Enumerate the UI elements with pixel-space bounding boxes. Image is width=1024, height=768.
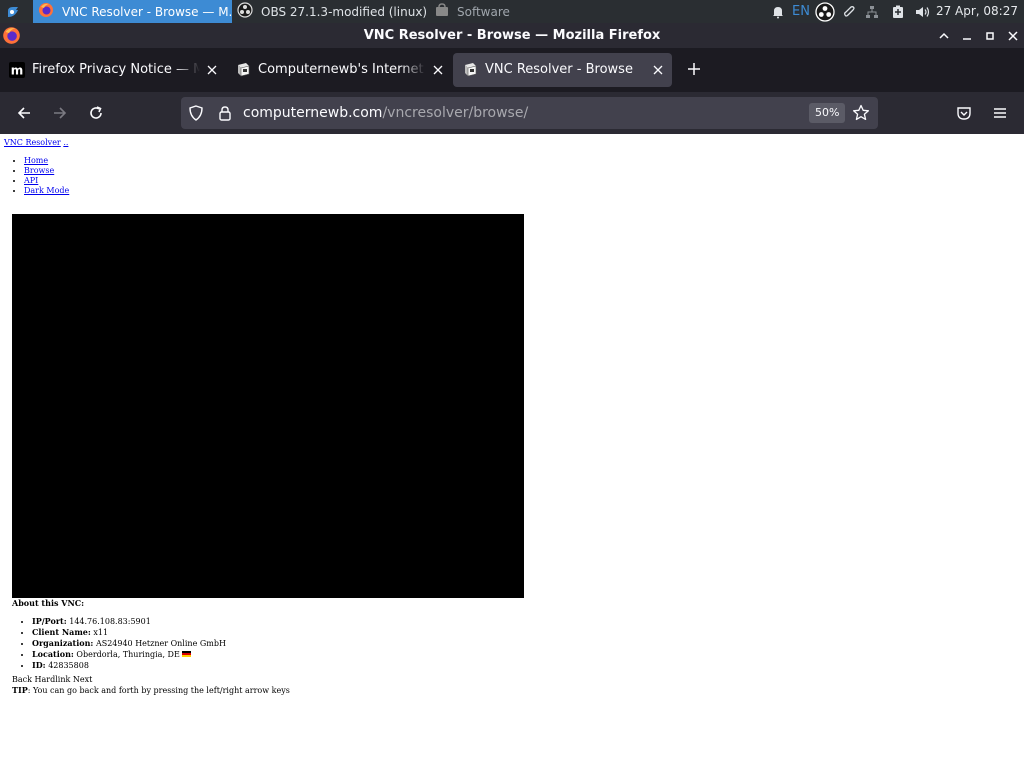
info-ip-port: IP/Port: 144.76.108.83:5901 bbox=[32, 616, 226, 627]
computernewb-icon bbox=[462, 62, 478, 78]
minimize-icon[interactable] bbox=[956, 23, 978, 48]
germany-flag-icon bbox=[181, 651, 191, 657]
info-value: x11 bbox=[93, 628, 109, 637]
tab-vnc-resolver-browse[interactable]: VNC Resolver - Browse bbox=[453, 53, 672, 87]
arrow-left-icon bbox=[17, 107, 30, 119]
network-icon[interactable] bbox=[862, 0, 882, 23]
desktop-panel: VNC Resolver - Browse — M... OBS 27.1.3-… bbox=[0, 0, 1024, 23]
plus-icon bbox=[687, 61, 701, 80]
nav-link-browse[interactable]: Browse bbox=[24, 166, 54, 175]
obs-icon[interactable] bbox=[813, 0, 837, 23]
info-label: Location: bbox=[32, 649, 74, 659]
menu-item: Dark Mode bbox=[24, 186, 69, 196]
close-icon[interactable] bbox=[650, 62, 666, 78]
site-nav-menu: Home Browse API Dark Mode bbox=[24, 156, 69, 196]
taskbar-item-firefox[interactable]: VNC Resolver - Browse — M... bbox=[33, 0, 232, 23]
taskbar-item-obs[interactable]: OBS 27.1.3-modified (linux) -... bbox=[232, 0, 430, 23]
tab-computernewb-internet-pulse[interactable]: Computernewb's Internet Pulse bbox=[226, 53, 452, 87]
close-icon[interactable] bbox=[1002, 23, 1024, 48]
back-button[interactable] bbox=[12, 101, 36, 125]
tab-firefox-privacy-notice[interactable]: m Firefox Privacy Notice — Mozilla bbox=[0, 53, 226, 87]
about-heading: About this VNC: bbox=[12, 598, 85, 608]
obs-icon bbox=[237, 2, 253, 21]
nav-link-dark-mode[interactable]: Dark Mode bbox=[24, 186, 69, 195]
forward-button[interactable] bbox=[48, 101, 72, 125]
back-link[interactable]: Back bbox=[12, 675, 32, 684]
zoom-level-button[interactable]: 50% bbox=[809, 103, 846, 123]
address-bar[interactable]: computernewb.com/vncresolver/browse/ 50% bbox=[181, 97, 878, 129]
maximize-icon[interactable] bbox=[979, 23, 1001, 48]
info-label: Organization: bbox=[32, 638, 94, 648]
reload-button[interactable] bbox=[84, 101, 108, 125]
url-domain: computernewb.com bbox=[243, 105, 383, 121]
menu-item: API bbox=[24, 176, 69, 186]
firefox-icon bbox=[38, 2, 54, 21]
info-label: Client Name: bbox=[32, 627, 91, 637]
speaker-icon[interactable] bbox=[912, 0, 934, 23]
bell-icon[interactable] bbox=[768, 0, 788, 23]
pocket-icon[interactable] bbox=[952, 101, 976, 125]
new-tab-button[interactable] bbox=[683, 59, 705, 81]
taskbar-item-software[interactable]: Software bbox=[430, 0, 540, 23]
nav-link-home[interactable]: Home bbox=[24, 156, 48, 165]
info-id: ID: 42835808 bbox=[32, 660, 226, 671]
tab-strip: m Firefox Privacy Notice — Mozilla Compu… bbox=[0, 48, 1024, 92]
tip-text: TIP: You can go back and forth by pressi… bbox=[12, 685, 290, 696]
url-path: /vncresolver/browse/ bbox=[382, 105, 529, 121]
menu-item: Home bbox=[24, 156, 69, 166]
info-value: AS24940 Hetzner Online GmbH bbox=[95, 639, 226, 648]
taskbar-item-label: OBS 27.1.3-modified (linux) -... bbox=[261, 4, 430, 19]
navigation-toolbar: computernewb.com/vncresolver/browse/ 50% bbox=[0, 92, 1024, 134]
info-client-name: Client Name: x11 bbox=[32, 627, 226, 638]
close-icon[interactable] bbox=[430, 62, 446, 78]
site-brand-suffix-link[interactable]: .. bbox=[63, 138, 68, 147]
tab-label: Firefox Privacy Notice — Mozilla bbox=[32, 62, 200, 77]
taskbar-item-label: VNC Resolver - Browse — M... bbox=[62, 4, 232, 19]
nav-link-api[interactable]: API bbox=[24, 176, 38, 185]
hardlink-link[interactable]: Hardlink bbox=[35, 675, 71, 684]
arrow-right-icon bbox=[54, 107, 67, 119]
site-brand-link[interactable]: VNC Resolver bbox=[4, 138, 61, 147]
vnc-screenshot bbox=[12, 214, 524, 598]
page-content: VNC Resolver .. Home Browse API Dark Mod… bbox=[0, 134, 1024, 768]
keyboard-layout-indicator[interactable]: EN bbox=[790, 0, 812, 23]
chevron-up-icon[interactable] bbox=[933, 23, 955, 48]
site-header: VNC Resolver .. bbox=[4, 138, 68, 147]
next-link[interactable]: Next bbox=[73, 675, 92, 684]
tip-body: : You can go back and forth by pressing … bbox=[27, 686, 290, 695]
info-location: Location: Oberdorla, Thuringia, DE bbox=[32, 649, 226, 660]
tab-label: Computernewb's Internet Pulse bbox=[258, 62, 426, 77]
shield-icon[interactable] bbox=[188, 105, 204, 125]
vnc-info-list: IP/Port: 144.76.108.83:5901 Client Name:… bbox=[32, 616, 226, 671]
svg-text:m: m bbox=[11, 64, 24, 78]
info-label: IP/Port: bbox=[32, 616, 67, 626]
reload-icon bbox=[90, 106, 102, 119]
paperclip-icon[interactable] bbox=[839, 0, 859, 23]
clock[interactable]: 27 Apr, 08:27 bbox=[936, 0, 1018, 23]
taskbar-item-label: Software bbox=[457, 4, 510, 19]
info-label: ID: bbox=[32, 660, 46, 670]
tab-label: VNC Resolver - Browse bbox=[485, 62, 633, 77]
battery-icon[interactable] bbox=[888, 0, 908, 23]
lock-icon[interactable] bbox=[218, 105, 232, 125]
application-launcher-icon[interactable] bbox=[3, 2, 23, 21]
info-value: 144.76.108.83:5901 bbox=[69, 617, 151, 626]
software-center-icon bbox=[435, 3, 449, 20]
window-title: VNC Resolver - Browse — Mozilla Firefox bbox=[363, 28, 661, 43]
menu-item: Browse bbox=[24, 166, 69, 176]
computernewb-icon bbox=[235, 62, 251, 78]
window-titlebar: VNC Resolver - Browse — Mozilla Firefox bbox=[0, 23, 1024, 48]
tip-label: TIP bbox=[12, 685, 28, 695]
mozilla-m-icon: m bbox=[9, 62, 25, 78]
close-icon[interactable] bbox=[204, 62, 220, 78]
url-text[interactable]: computernewb.com/vncresolver/browse/ bbox=[243, 97, 528, 129]
bookmark-star-icon[interactable] bbox=[852, 104, 870, 126]
info-value: Oberdorla, Thuringia, DE bbox=[76, 650, 180, 659]
info-value: 42835808 bbox=[48, 661, 89, 670]
hamburger-menu-icon[interactable] bbox=[988, 101, 1012, 125]
pager-links: Back Hardlink Next bbox=[12, 675, 92, 685]
info-organization: Organization: AS24940 Hetzner Online Gmb… bbox=[32, 638, 226, 649]
